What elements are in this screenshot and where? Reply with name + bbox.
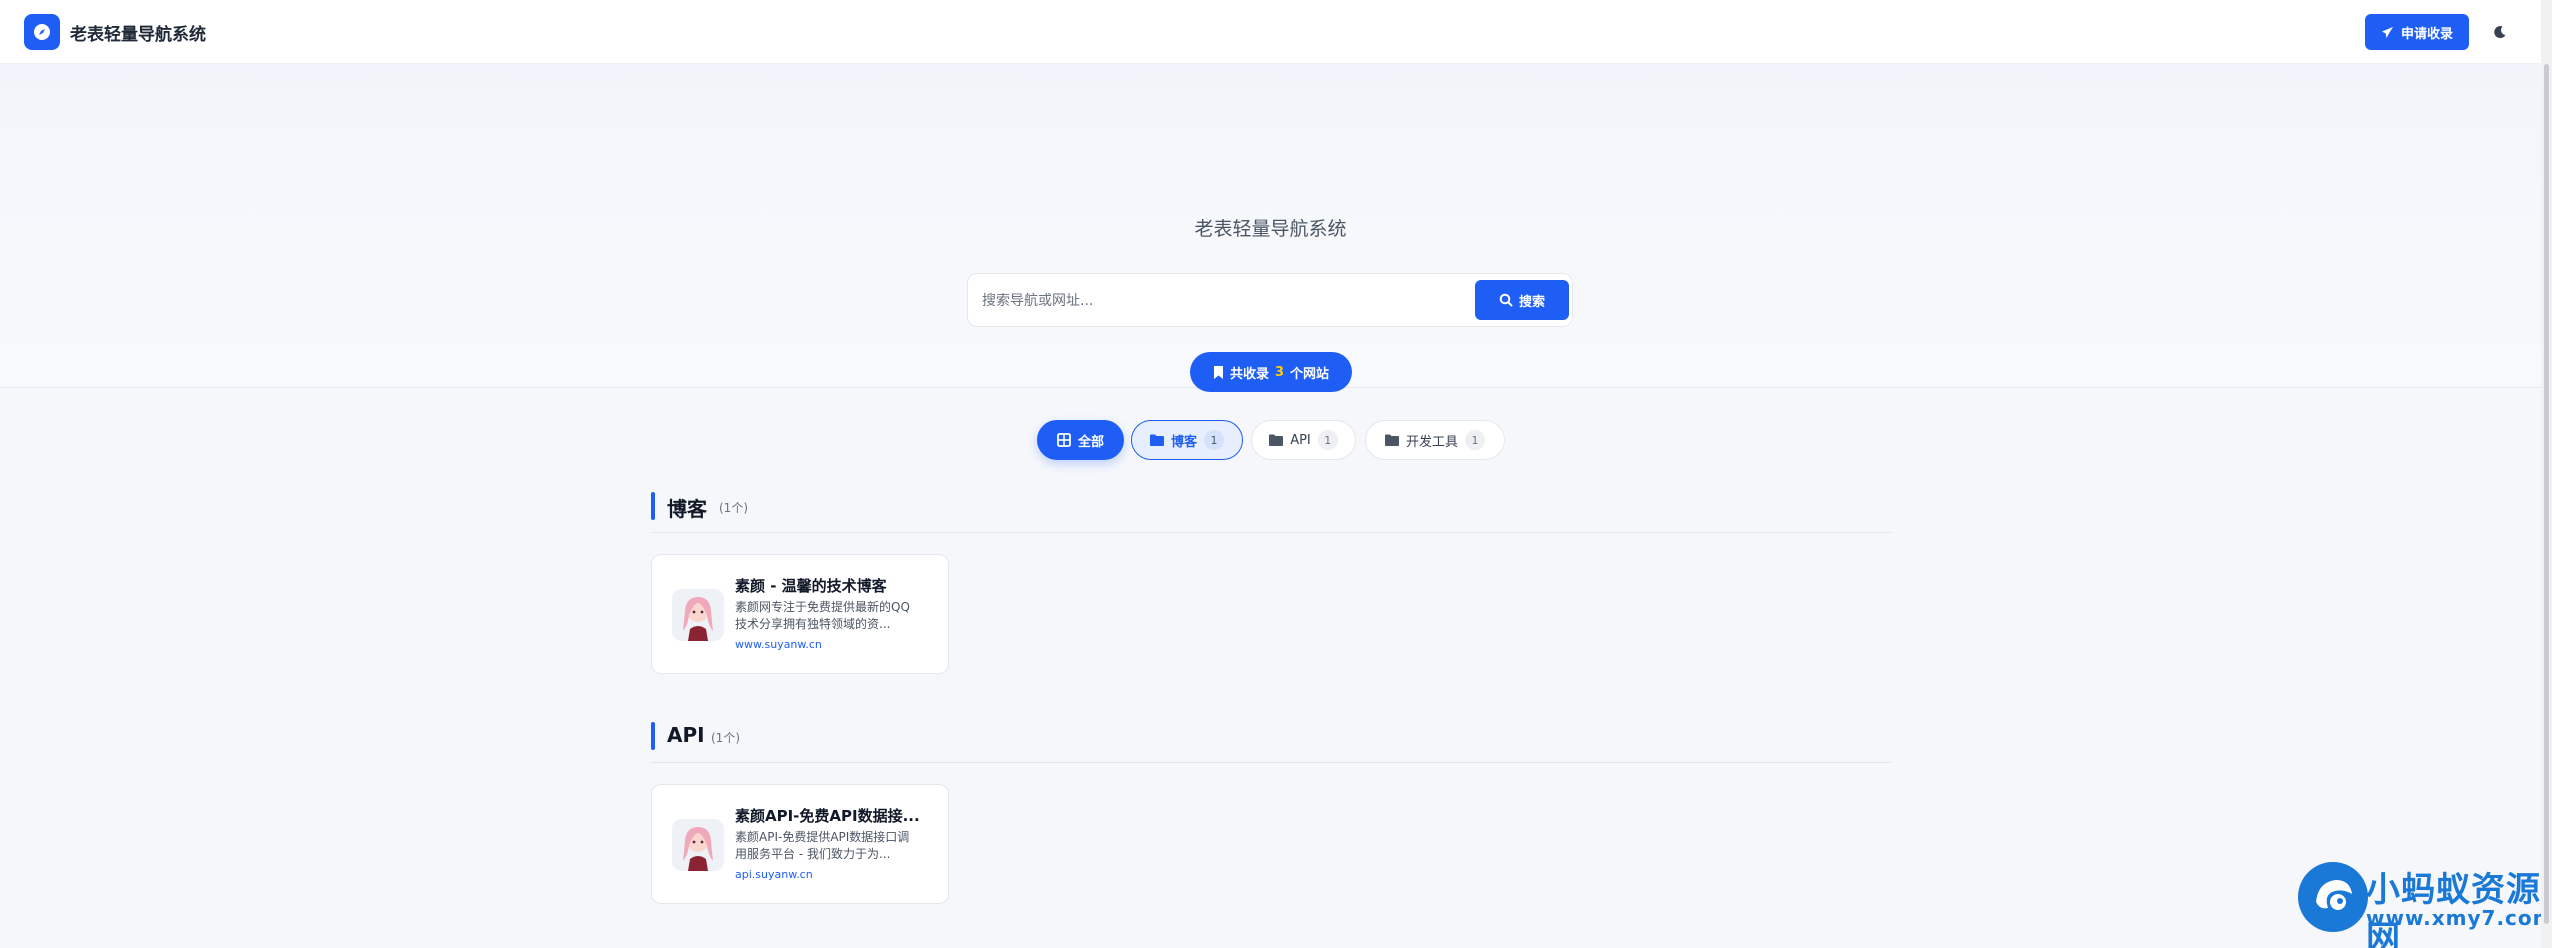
site-title[interactable]: 老表轻量导航系统	[70, 20, 206, 45]
paper-plane-icon	[2381, 26, 2394, 38]
tab-api-label: API	[1290, 432, 1311, 448]
search-input[interactable]	[982, 288, 1442, 314]
site-description: 素颜网专注于免费提供最新的QQ技术分享拥有独特领域的资...	[735, 600, 910, 631]
tab-api[interactable]: API 1	[1251, 420, 1356, 460]
site-title: 素颜 - 温馨的技术博客	[735, 577, 887, 595]
site-card[interactable]: 素颜API-免费API数据接... 素颜API-免费提供API数据接口调用服务平…	[651, 784, 949, 904]
grid-icon	[1057, 433, 1071, 447]
section-divider	[651, 532, 1891, 533]
theme-toggle-button[interactable]	[2484, 18, 2516, 46]
moon-icon	[2494, 26, 2506, 39]
site-title: 素颜API-免费API数据接...	[735, 807, 920, 825]
tab-dev-tools-count: 1	[1465, 430, 1485, 450]
count-value: 3	[1274, 364, 1285, 380]
search-icon	[1499, 293, 1513, 307]
section-count-blog: (1个)	[719, 501, 748, 515]
section-divider	[651, 762, 1891, 763]
scrollbar-thumb[interactable]	[2544, 64, 2549, 924]
folder-icon	[1384, 434, 1399, 446]
tab-all-label: 全部	[1077, 434, 1104, 450]
search-box: 搜索	[967, 273, 1573, 327]
search-button[interactable]: 搜索	[1475, 280, 1569, 320]
watermark-logo-icon	[2298, 862, 2368, 932]
section-accent-bar	[651, 722, 655, 750]
site-url[interactable]: api.suyanw.cn	[735, 868, 813, 881]
site-avatar	[672, 589, 724, 641]
hero-section: 老表轻量导航系统 搜索 共收录 3 个网站	[0, 64, 2541, 392]
watermark-url: www.xmy7.com	[2366, 906, 2552, 930]
section-title-api: API	[667, 723, 705, 747]
section-accent-bar	[651, 492, 655, 520]
site-card[interactable]: 素颜 - 温馨的技术博客 素颜网专注于免费提供最新的QQ技术分享拥有独特领域的资…	[651, 554, 949, 674]
site-url[interactable]: www.suyanw.cn	[735, 638, 822, 651]
site-avatar	[672, 819, 724, 871]
tab-blog-count: 1	[1204, 430, 1224, 450]
tab-api-count: 1	[1317, 430, 1338, 450]
count-suffix: 个网站	[1290, 366, 1330, 382]
compass-icon[interactable]	[24, 14, 60, 50]
bookmark-icon	[1213, 365, 1223, 379]
watermark-title: 小蚂蚁资源网	[2366, 870, 2541, 948]
site-description: 素颜API-免费提供API数据接口调用服务平台 - 我们致力于为...	[735, 830, 910, 861]
total-count-badge: 共收录 3 个网站	[1190, 352, 1352, 392]
apply-listing-label: 申请收录	[2400, 26, 2453, 42]
folder-icon	[1269, 434, 1284, 446]
tab-all[interactable]: 全部	[1037, 420, 1124, 460]
section-count-api: (1个)	[711, 731, 740, 745]
count-prefix: 共收录	[1229, 366, 1269, 382]
tab-dev-tools-label: 开发工具	[1405, 434, 1458, 450]
section-title-blog: 博客	[667, 497, 707, 521]
top-bar: 老表轻量导航系统 申请收录	[0, 0, 2552, 64]
tab-blog-label: 博客	[1170, 434, 1197, 450]
search-button-label: 搜索	[1518, 294, 1545, 310]
apply-listing-button[interactable]: 申请收录	[2365, 14, 2469, 50]
tab-blog[interactable]: 博客 1	[1131, 420, 1243, 460]
tab-dev-tools[interactable]: 开发工具 1	[1365, 420, 1505, 460]
hero-title: 老表轻量导航系统	[1194, 218, 1347, 240]
folder-icon	[1149, 434, 1164, 446]
page: 老表轻量导航系统 申请收录 老表轻量导航系统 搜索导航或网址... 搜索 共收录…	[0, 0, 2552, 948]
